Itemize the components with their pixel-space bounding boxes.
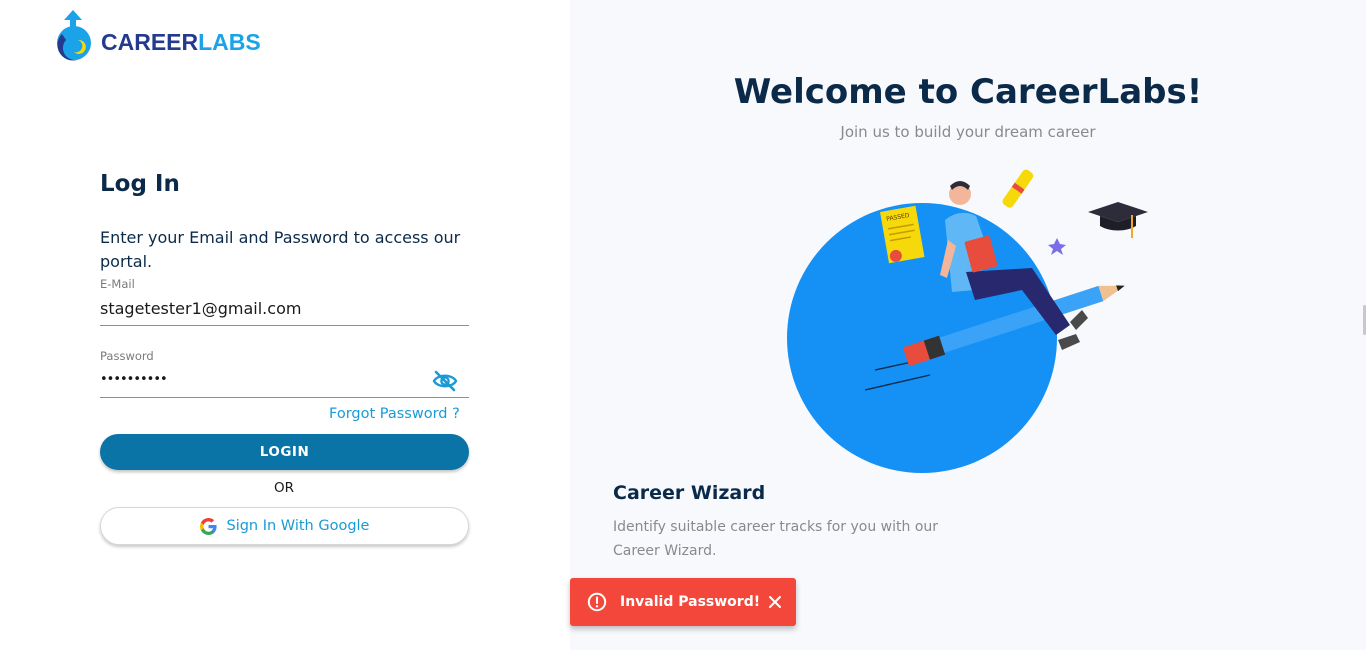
eye-slash-icon[interactable]	[432, 370, 458, 392]
brand-logo[interactable]: CAREERLABS	[54, 10, 261, 64]
diploma-scroll	[1002, 169, 1034, 208]
password-label: Password	[100, 349, 154, 363]
toast-message: Invalid Password!	[620, 594, 761, 610]
career-wizard-title: Career Wizard	[613, 482, 766, 504]
login-description: Enter your Email and Password to access …	[100, 228, 461, 271]
welcome-panel: Welcome to CareerLabs! Join us to build …	[570, 0, 1366, 650]
close-icon[interactable]	[768, 595, 782, 609]
welcome-title: Welcome to CareerLabs!	[733, 72, 1203, 112]
google-signin-label: Sign In With Google	[226, 518, 370, 534]
google-signin-button[interactable]: Sign In With Google	[100, 507, 469, 545]
career-wizard-description: Identify suitable career tracks for you …	[613, 519, 939, 559]
password-underline	[100, 397, 469, 398]
star-shape	[1048, 238, 1066, 255]
login-title: Log In	[100, 171, 180, 197]
login-button[interactable]: LOGIN	[100, 434, 469, 470]
or-label: OR	[273, 480, 294, 496]
graduation-cap	[1088, 202, 1148, 238]
brand-name: CAREERLABS	[101, 28, 261, 55]
email-underline	[100, 325, 469, 326]
or-divider: OR	[0, 480, 570, 496]
welcome-tagline: Join us to build your dream career	[840, 123, 1096, 141]
error-toast: Invalid Password!	[570, 578, 796, 626]
email-label: E-Mail	[100, 277, 135, 291]
career-illustration: PASSED	[787, 169, 1148, 473]
google-icon	[199, 517, 217, 535]
email-field[interactable]: stagetester1@gmail.com	[100, 299, 430, 318]
password-field[interactable]: ••••••••••	[100, 372, 430, 387]
alert-circle-icon	[587, 592, 607, 612]
forgot-password-link[interactable]: Forgot Password ?	[329, 406, 460, 422]
careerlabs-logo-icon	[57, 10, 91, 61]
login-panel: CAREERLABS Log In Enter your Email and P…	[0, 0, 570, 650]
